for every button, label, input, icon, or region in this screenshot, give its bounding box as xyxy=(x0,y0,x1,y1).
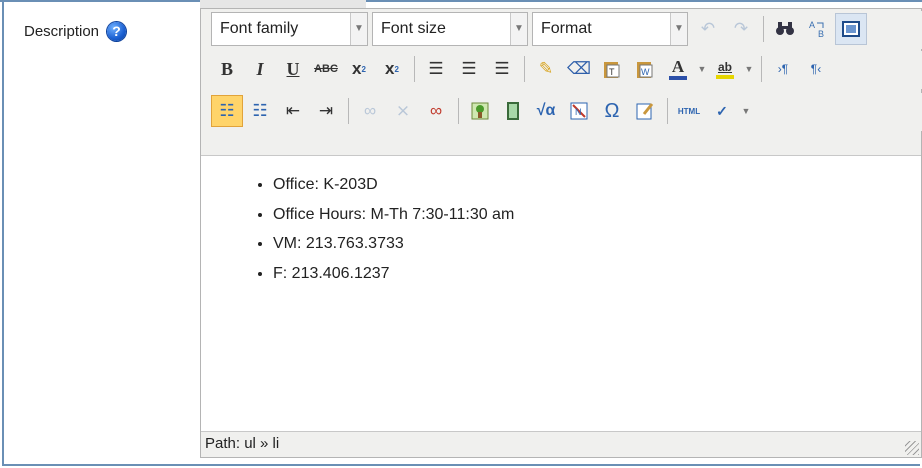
toolbar-separator xyxy=(761,56,762,82)
bold-icon[interactable]: B xyxy=(211,53,243,85)
html-icon[interactable]: HTML xyxy=(673,95,705,127)
indent-icon[interactable]: ⇥ xyxy=(310,95,342,127)
help-icon[interactable]: ? xyxy=(107,22,127,41)
svg-text:N: N xyxy=(575,107,582,117)
unlink-icon[interactable]: ⨯ xyxy=(387,95,419,127)
list-item: Office Hours: M-Th 7:30-11:30 am xyxy=(273,200,921,230)
align-right-icon[interactable]: ☰ xyxy=(486,53,518,85)
nolink-icon[interactable]: N xyxy=(563,95,595,127)
spellcheck-icon[interactable]: ✓ xyxy=(706,95,738,127)
font-family-value: Font family xyxy=(220,20,299,37)
toolbar-separator xyxy=(414,56,415,82)
redo-icon[interactable]: ↷ xyxy=(725,13,757,45)
list-item: VM: 213.763.3733 xyxy=(273,229,921,259)
format-value: Format xyxy=(541,20,592,37)
editor-status-bar: Path: ul » li xyxy=(201,431,921,457)
svg-text:B: B xyxy=(818,29,824,39)
element-path: Path: ul » li xyxy=(205,435,280,452)
italic-icon[interactable]: I xyxy=(244,53,276,85)
eraser-icon[interactable]: ⌫ xyxy=(563,53,595,85)
paste-text-icon[interactable]: T xyxy=(596,53,628,85)
ltr-icon[interactable]: ›¶ xyxy=(767,53,799,85)
svg-text:A: A xyxy=(809,20,815,30)
list-item: F: 213.406.1237 xyxy=(273,259,921,289)
cleanup-icon[interactable]: ✎ xyxy=(530,53,562,85)
toolbar-row-3: ☷ ☷ ⇤ ⇥ ∞ ⨯ ∞ √α N Ω HTML ✓ ▼ xyxy=(201,93,922,131)
toolbar-row-1: Font family ▼ Font size ▼ Format ▼ ↶ ↷ A… xyxy=(201,11,922,49)
bulleted-list-icon[interactable]: ☷ xyxy=(211,95,243,127)
superscript-icon[interactable]: x2 xyxy=(376,53,408,85)
list-item: Office: K-203D xyxy=(273,170,921,200)
text-color-glyph: A xyxy=(671,57,685,76)
resize-grip-icon[interactable] xyxy=(905,441,919,455)
highlight-color-icon[interactable]: ab xyxy=(709,53,741,85)
font-size-select[interactable]: Font size ▼ xyxy=(372,12,528,46)
rich-text-editor: Font family ▼ Font size ▼ Format ▼ ↶ ↷ A… xyxy=(200,8,922,458)
svg-text:W: W xyxy=(641,67,650,77)
subscript-glyph: x xyxy=(352,59,362,78)
chevron-down-icon[interactable]: ▼ xyxy=(670,13,687,45)
fullscreen-icon[interactable] xyxy=(835,13,867,45)
find-icon[interactable] xyxy=(769,13,801,45)
highlight-color-glyph: ab xyxy=(717,60,732,74)
toolbar-separator xyxy=(348,98,349,124)
equation-icon[interactable]: √α xyxy=(530,95,562,127)
align-center-icon[interactable]: ☰ xyxy=(453,53,485,85)
text-color-icon[interactable]: A xyxy=(662,53,694,85)
replace-icon[interactable]: AB xyxy=(802,13,834,45)
underline-icon[interactable]: U xyxy=(277,53,309,85)
content-bullet-list: Office: K-203D Office Hours: M-Th 7:30-1… xyxy=(201,170,921,288)
toolbar-separator xyxy=(458,98,459,124)
rtl-icon[interactable]: ¶‹ xyxy=(800,53,832,85)
toolbar-separator xyxy=(524,56,525,82)
chevron-down-icon[interactable]: ▼ xyxy=(510,13,527,45)
align-left-icon[interactable]: ☰ xyxy=(420,53,452,85)
subscript-icon[interactable]: x2 xyxy=(343,53,375,85)
undo-icon[interactable]: ↶ xyxy=(692,13,724,45)
description-label: Description ? xyxy=(24,22,127,41)
paste-word-icon[interactable]: W xyxy=(629,53,661,85)
format-select[interactable]: Format ▼ xyxy=(532,12,688,46)
link-icon[interactable]: ∞ xyxy=(354,95,386,127)
outdent-icon[interactable]: ⇤ xyxy=(277,95,309,127)
edit-icon[interactable] xyxy=(629,95,661,127)
toolbar-row-2: B I U ABC x2 x2 ☰ ☰ ☰ ✎ ⌫ T W A ▼ ab ▼ ›… xyxy=(201,51,922,89)
strikethrough-icon[interactable]: ABC xyxy=(310,53,342,85)
chevron-down-icon[interactable]: ▼ xyxy=(739,95,753,127)
editor-content-area[interactable]: Office: K-203D Office Hours: M-Th 7:30-1… xyxy=(201,155,921,431)
svg-text:T: T xyxy=(609,67,615,77)
description-label-text: Description xyxy=(24,23,100,40)
font-size-value: Font size xyxy=(381,20,446,37)
special-char-icon[interactable]: Ω xyxy=(596,95,628,127)
chevron-down-icon[interactable]: ▼ xyxy=(695,53,709,85)
anchor-icon[interactable]: ∞ xyxy=(420,95,452,127)
toolbar-separator xyxy=(667,98,668,124)
superscript-glyph: x xyxy=(385,59,395,78)
image-icon[interactable] xyxy=(464,95,496,127)
media-icon[interactable] xyxy=(497,95,529,127)
chevron-down-icon[interactable]: ▼ xyxy=(350,13,367,45)
numbered-list-icon[interactable]: ☷ xyxy=(244,95,276,127)
toolbar-separator xyxy=(763,16,764,42)
chevron-down-icon[interactable]: ▼ xyxy=(742,53,756,85)
font-family-select[interactable]: Font family ▼ xyxy=(211,12,368,46)
